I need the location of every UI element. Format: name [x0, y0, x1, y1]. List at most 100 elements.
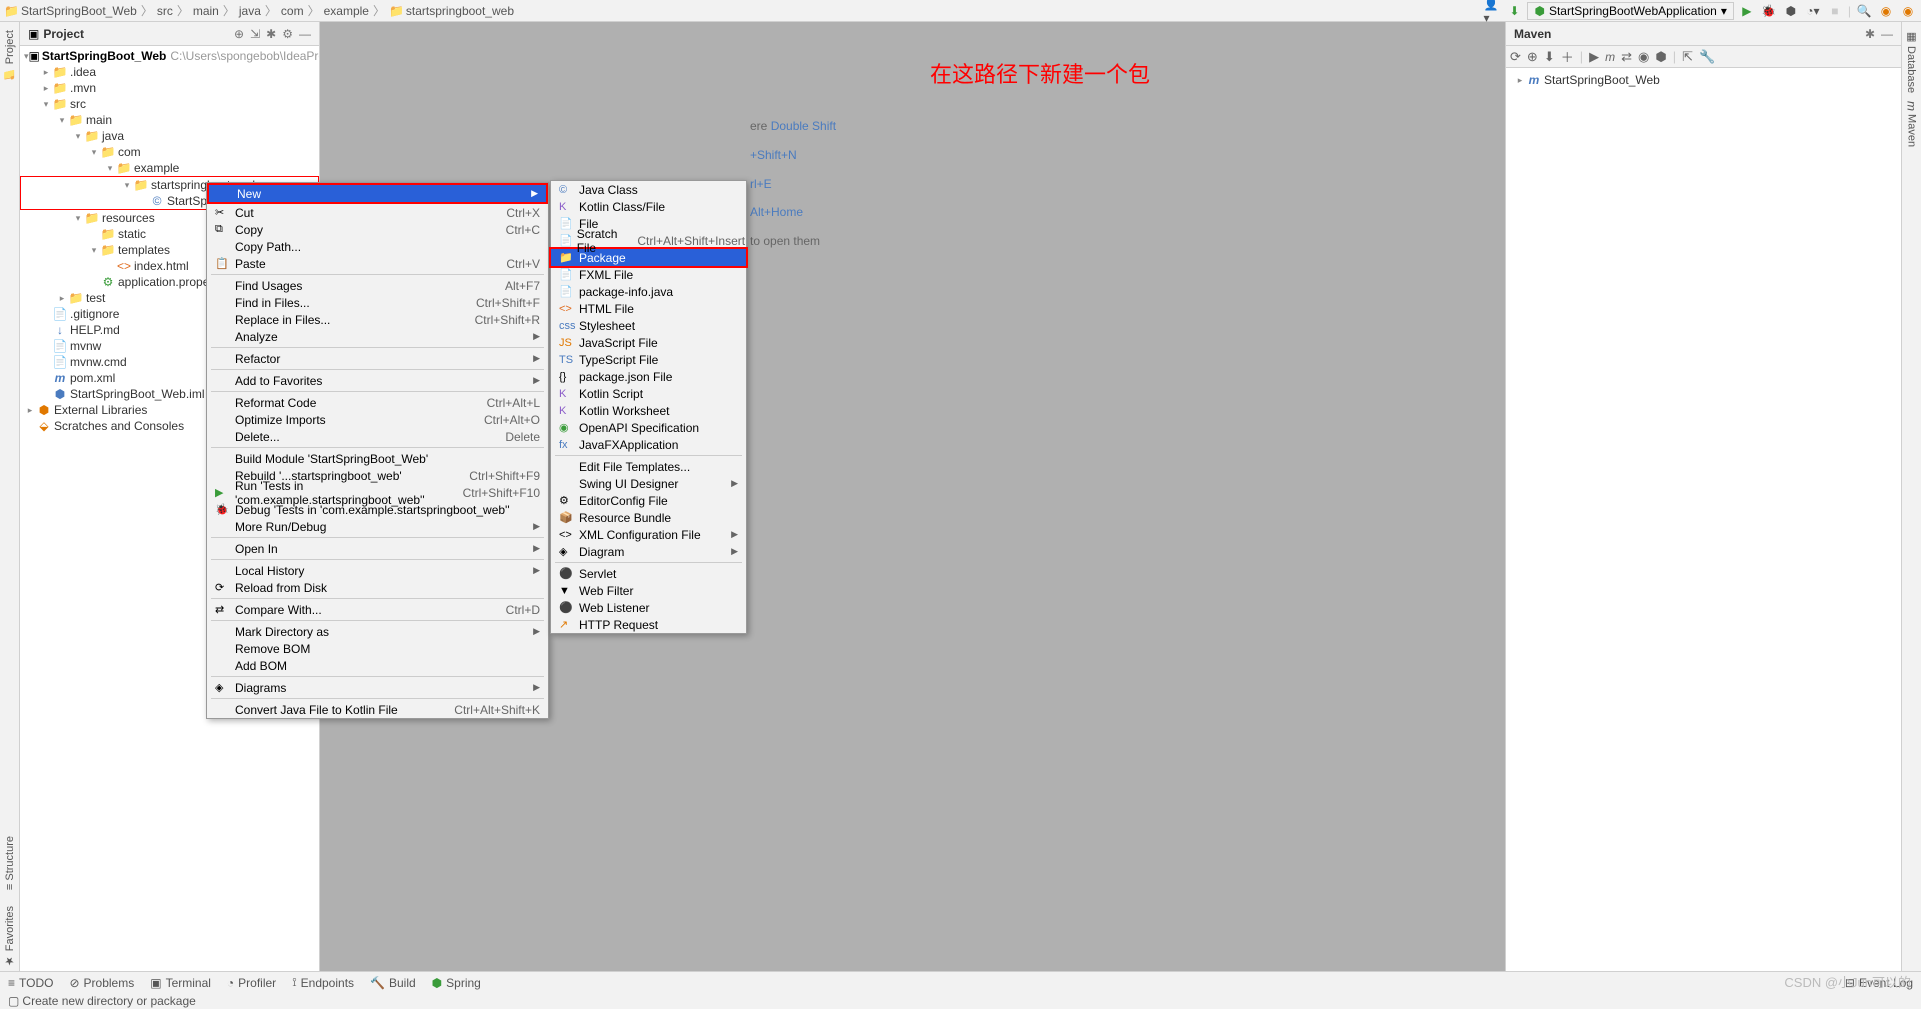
- menu-item[interactable]: ⟳Reload from Disk: [207, 579, 548, 596]
- menu-item[interactable]: ◈Diagrams▶: [207, 679, 548, 696]
- tree-item[interactable]: ▾📁java: [20, 128, 319, 144]
- menu-item[interactable]: Find UsagesAlt+F7: [207, 277, 548, 294]
- breadcrumb-item[interactable]: com: [281, 4, 304, 18]
- breadcrumb-item[interactable]: src: [157, 4, 173, 18]
- menu-item[interactable]: Remove BOM: [207, 640, 548, 657]
- problems-tab[interactable]: ⊘Problems: [69, 976, 134, 990]
- menu-item[interactable]: ↗HTTP Request: [551, 616, 746, 633]
- breadcrumb-item[interactable]: java: [239, 4, 261, 18]
- breadcrumb[interactable]: 📁 StartSpringBoot_Web〉 src〉 main〉 java〉 …: [4, 2, 1483, 19]
- expand-icon[interactable]: ⇲: [250, 27, 260, 41]
- search-icon[interactable]: 🔍: [1855, 2, 1873, 20]
- maven-title[interactable]: Maven: [1514, 27, 1865, 41]
- tree-item[interactable]: ▾📁main: [20, 112, 319, 128]
- run-config-selector[interactable]: ⬢StartSpringBootWebApplication▾: [1527, 2, 1733, 20]
- breadcrumb-item[interactable]: startspringboot_web: [406, 4, 514, 18]
- build-icon[interactable]: ⬇: [1505, 2, 1523, 20]
- settings-icon[interactable]: ◉: [1899, 2, 1917, 20]
- breadcrumb-item[interactable]: main: [193, 4, 219, 18]
- execute-icon[interactable]: m: [1605, 49, 1615, 64]
- select-open-icon[interactable]: ⊕: [234, 27, 244, 41]
- download-icon[interactable]: ⬇: [1544, 49, 1555, 65]
- run-icon[interactable]: ▶: [1738, 2, 1756, 20]
- status-icon[interactable]: ▢: [8, 994, 19, 1008]
- menu-item[interactable]: JSJavaScript File: [551, 334, 746, 351]
- maven-tab[interactable]: m Maven: [1905, 97, 1919, 151]
- menu-item[interactable]: ◉OpenAPI Specification: [551, 419, 746, 436]
- menu-item[interactable]: ✂CutCtrl+X: [207, 204, 548, 221]
- menu-item[interactable]: Add BOM: [207, 657, 548, 674]
- stop-icon[interactable]: ■: [1826, 2, 1844, 20]
- breadcrumb-item[interactable]: example: [324, 4, 369, 18]
- profiler-icon[interactable]: ◔▾: [1804, 2, 1822, 20]
- menu-item[interactable]: fxJavaFXApplication: [551, 436, 746, 453]
- menu-item[interactable]: Copy Path...: [207, 238, 548, 255]
- todo-tab[interactable]: ≡TODO: [8, 976, 53, 990]
- menu-item[interactable]: ▼Web Filter: [551, 582, 746, 599]
- menu-item[interactable]: ©Java Class: [551, 181, 746, 198]
- spring-tab[interactable]: ⬢Spring: [432, 976, 481, 990]
- build-tab[interactable]: 🔨Build: [370, 976, 416, 990]
- menu-item[interactable]: Reformat CodeCtrl+Alt+L: [207, 394, 548, 411]
- terminal-tab[interactable]: ▣Terminal: [150, 976, 211, 990]
- menu-item[interactable]: ⚙EditorConfig File: [551, 492, 746, 509]
- menu-item[interactable]: TSTypeScript File: [551, 351, 746, 368]
- tree-item[interactable]: ▸📁.mvn: [20, 80, 319, 96]
- menu-item[interactable]: 📋PasteCtrl+V: [207, 255, 548, 272]
- reload-icon[interactable]: ⟳: [1510, 49, 1521, 65]
- menu-item[interactable]: ⧉CopyCtrl+C: [207, 221, 548, 238]
- wrench-icon[interactable]: 🔧: [1699, 49, 1715, 65]
- menu-item[interactable]: ⇄Compare With...Ctrl+D: [207, 601, 548, 618]
- menu-item[interactable]: More Run/Debug▶: [207, 518, 548, 535]
- menu-item[interactable]: Open In▶: [207, 540, 548, 557]
- menu-item[interactable]: Replace in Files...Ctrl+Shift+R: [207, 311, 548, 328]
- menu-item[interactable]: 📄package-info.java: [551, 283, 746, 300]
- menu-item[interactable]: <>XML Configuration File▶: [551, 526, 746, 543]
- tree-item[interactable]: ▾📁src: [20, 96, 319, 112]
- menu-item[interactable]: Add to Favorites▶: [207, 372, 548, 389]
- project-tab[interactable]: 📁 Project: [3, 26, 16, 85]
- endpoints-tab[interactable]: ⟟Endpoints: [292, 975, 354, 990]
- menu-item[interactable]: KKotlin Class/File: [551, 198, 746, 215]
- menu-item[interactable]: 📄Scratch FileCtrl+Alt+Shift+Insert: [551, 232, 746, 249]
- breadcrumb-item[interactable]: StartSpringBoot_Web: [21, 4, 137, 18]
- toggle-icon[interactable]: ⇄: [1621, 49, 1632, 65]
- menu-item[interactable]: KKotlin Worksheet: [551, 402, 746, 419]
- tree-item[interactable]: ▸📁.idea: [20, 64, 319, 80]
- menu-item[interactable]: Optimize ImportsCtrl+Alt+O: [207, 411, 548, 428]
- menu-item[interactable]: 📁Package: [551, 249, 746, 266]
- menu-item[interactable]: Swing UI Designer▶: [551, 475, 746, 492]
- tree-item[interactable]: ▾📁example: [20, 160, 319, 176]
- menu-item[interactable]: ⚫Web Listener: [551, 599, 746, 616]
- favorites-tab[interactable]: ★ Favorites: [3, 902, 16, 971]
- database-tab[interactable]: ▦ Database: [1905, 26, 1918, 97]
- offline-icon[interactable]: ◉: [1638, 49, 1649, 65]
- generate-icon[interactable]: ⊕: [1527, 49, 1538, 65]
- menu-item[interactable]: Find in Files...Ctrl+Shift+F: [207, 294, 548, 311]
- tree-item[interactable]: ▾📁com: [20, 144, 319, 160]
- menu-item[interactable]: <>HTML File: [551, 300, 746, 317]
- menu-item[interactable]: Refactor▶: [207, 350, 548, 367]
- maven-tree[interactable]: ▸mStartSpringBoot_Web: [1506, 68, 1901, 92]
- menu-item[interactable]: cssStylesheet: [551, 317, 746, 334]
- menu-item[interactable]: ⚫Servlet: [551, 565, 746, 582]
- menu-item[interactable]: ▶Run 'Tests in 'com.example.startspringb…: [207, 484, 548, 501]
- settings-icon[interactable]: ⚙: [282, 27, 293, 41]
- add-icon[interactable]: ＋: [1561, 47, 1574, 66]
- collapse-icon[interactable]: ✱: [266, 27, 276, 41]
- menu-item[interactable]: ◈Diagram▶: [551, 543, 746, 560]
- menu-item[interactable]: Mark Directory as▶: [207, 623, 548, 640]
- coverage-icon[interactable]: ⬢: [1782, 2, 1800, 20]
- sync-icon[interactable]: ◉: [1877, 2, 1895, 20]
- menu-item[interactable]: Local History▶: [207, 562, 548, 579]
- maven-hide-icon[interactable]: —: [1881, 27, 1893, 41]
- tree-root[interactable]: ▾▣StartSpringBoot_WebC:\Users\spongebob\…: [20, 48, 319, 64]
- show-icon[interactable]: ⬢: [1655, 49, 1666, 65]
- maven-settings-icon[interactable]: ✱: [1865, 27, 1875, 41]
- run-icon[interactable]: ▶: [1589, 49, 1599, 65]
- menu-item[interactable]: KKotlin Script: [551, 385, 746, 402]
- structure-tab[interactable]: ≡ Structure: [4, 832, 16, 894]
- menu-item[interactable]: Convert Java File to Kotlin FileCtrl+Alt…: [207, 701, 548, 718]
- debug-icon[interactable]: 🐞: [1760, 2, 1778, 20]
- maven-project-row[interactable]: ▸mStartSpringBoot_Web: [1510, 72, 1897, 88]
